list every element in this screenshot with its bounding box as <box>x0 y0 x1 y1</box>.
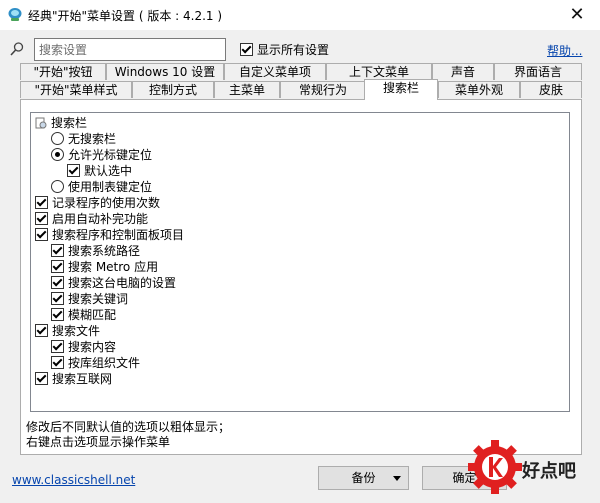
tree-label: 搜索互联网 <box>52 372 113 386</box>
radio-icon <box>51 180 64 193</box>
tree-label: 无搜索栏 <box>68 132 117 146</box>
radio-icon <box>51 132 64 145</box>
tab-search-box[interactable]: 搜索栏 <box>364 79 438 100</box>
tab-panel: 搜索栏 无搜索栏 允许光标键定位 默认选中 使用制表键定位 记录程序的使用次数 … <box>20 99 582 455</box>
tab-label: 常规行为 <box>298 83 347 97</box>
title-bar: 经典"开始"菜单设置 ( 版本 : 4.2.1 ) ✕ <box>0 0 600 30</box>
tree-label: 默认选中 <box>84 164 133 178</box>
close-button[interactable]: ✕ <box>554 0 600 30</box>
tree-label: 搜索关键词 <box>68 292 129 306</box>
classic-shell-icon <box>8 8 22 21</box>
tree-label: 模糊匹配 <box>68 308 117 322</box>
tab-label: 主菜单 <box>228 83 265 97</box>
backup-button[interactable]: 备份 <box>318 466 409 490</box>
tree-label: 搜索栏 <box>51 116 88 130</box>
tree-label: 搜索这台电脑的设置 <box>68 276 177 290</box>
tab-label: "开始"菜单样式 <box>34 83 118 97</box>
tab-label: Windows 10 设置 <box>114 65 216 79</box>
tree-label: 启用自动补完功能 <box>52 212 149 226</box>
tab-general-behavior[interactable]: 常规行为 <box>280 81 366 98</box>
tree-label: 按库组织文件 <box>68 356 141 370</box>
tab-start-button[interactable]: "开始"按钮 <box>20 63 106 80</box>
tab-skin[interactable]: 皮肤 <box>520 81 582 98</box>
tab-label: "开始"按钮 <box>33 65 93 79</box>
dropdown-arrow-icon <box>393 476 401 481</box>
tab-custom-menu-items[interactable]: 自定义菜单项 <box>224 63 326 80</box>
search-icon <box>10 42 24 56</box>
tab-label: 界面语言 <box>513 65 562 79</box>
checkbox-autocomplete[interactable]: 启用自动补完功能 <box>35 211 148 227</box>
tab-label: 声音 <box>450 65 475 79</box>
settings-tree[interactable]: 搜索栏 无搜索栏 允许光标键定位 默认选中 使用制表键定位 记录程序的使用次数 … <box>30 112 570 412</box>
checkbox-search-keywords[interactable]: 搜索关键词 <box>51 291 128 307</box>
right-click-hint-text: 右键点击选项显示操作菜单 <box>26 435 171 449</box>
radio-icon <box>51 148 64 161</box>
checkbox-default-selected[interactable]: 默认选中 <box>67 163 132 179</box>
radio-tab-key-navigation[interactable]: 使用制表键定位 <box>51 179 152 195</box>
tree-label: 允许光标键定位 <box>68 148 153 162</box>
show-all-check-icon <box>240 43 253 56</box>
tab-context-menu[interactable]: 上下文菜单 <box>326 63 432 80</box>
tree-label: 记录程序的使用次数 <box>52 196 161 210</box>
backup-label: 备份 <box>351 471 376 485</box>
settings-group-icon <box>35 117 47 129</box>
close-icon: ✕ <box>569 4 585 25</box>
tab-label: 皮肤 <box>538 83 563 97</box>
tab-windows10-settings[interactable]: Windows 10 设置 <box>106 63 224 80</box>
checkbox-icon <box>35 196 48 209</box>
tab-label: 控制方式 <box>148 83 197 97</box>
checkbox-search-internet[interactable]: 搜索互联网 <box>35 371 112 387</box>
checkbox-group-by-library[interactable]: 按库组织文件 <box>51 355 140 371</box>
tree-group-search-box[interactable]: 搜索栏 <box>35 115 87 131</box>
tab-start-menu-style[interactable]: "开始"菜单样式 <box>20 81 132 98</box>
radio-no-search-box[interactable]: 无搜索栏 <box>51 131 116 147</box>
radio-arrow-key-navigation[interactable]: 允许光标键定位 <box>51 147 152 163</box>
checkbox-search-system-path[interactable]: 搜索系统路径 <box>51 243 140 259</box>
tree-label: 搜索文件 <box>52 324 101 338</box>
checkbox-icon <box>67 164 80 177</box>
gear-logo-icon <box>468 440 522 494</box>
checkbox-icon <box>35 324 48 337</box>
checkbox-search-contents[interactable]: 搜索内容 <box>51 339 116 355</box>
search-input[interactable] <box>34 38 226 61</box>
checkbox-icon <box>51 340 64 353</box>
show-all-settings-checkbox[interactable]: 显示所有设置 <box>240 41 329 58</box>
tab-label: 上下文菜单 <box>348 65 409 79</box>
tab-main-menu[interactable]: 主菜单 <box>214 81 280 98</box>
help-link[interactable]: 帮助... <box>547 42 582 59</box>
checkbox-icon <box>51 308 64 321</box>
checkbox-icon <box>51 260 64 273</box>
checkbox-search-pc-settings[interactable]: 搜索这台电脑的设置 <box>51 275 176 291</box>
show-all-label: 显示所有设置 <box>257 43 330 57</box>
tree-label: 搜索 Metro 应用 <box>68 260 159 274</box>
tab-label: 自定义菜单项 <box>238 65 311 79</box>
checkbox-search-metro-apps[interactable]: 搜索 Metro 应用 <box>51 259 158 275</box>
checkbox-icon <box>35 228 48 241</box>
watermark: 好点吧 <box>462 437 600 503</box>
tree-label: 搜索程序和控制面板项目 <box>52 228 185 242</box>
watermark-text: 好点吧 <box>522 461 576 482</box>
tree-label: 搜索系统路径 <box>68 244 141 258</box>
checkbox-search-programs[interactable]: 搜索程序和控制面板项目 <box>35 227 184 243</box>
tab-language[interactable]: 界面语言 <box>494 63 582 80</box>
tab-sounds[interactable]: 声音 <box>432 63 494 80</box>
tab-label: 搜索栏 <box>382 81 419 95</box>
tree-label: 搜索内容 <box>68 340 117 354</box>
checkbox-icon <box>51 244 64 257</box>
checkbox-icon <box>35 212 48 225</box>
checkbox-fuzzy-match[interactable]: 模糊匹配 <box>51 307 116 323</box>
checkbox-icon <box>51 276 64 289</box>
tab-menu-look[interactable]: 菜单外观 <box>438 81 520 98</box>
checkbox-track-usage[interactable]: 记录程序的使用次数 <box>35 195 160 211</box>
checkbox-search-files[interactable]: 搜索文件 <box>35 323 100 339</box>
tree-label: 使用制表键定位 <box>68 180 153 194</box>
checkbox-icon <box>51 292 64 305</box>
tab-label: 菜单外观 <box>454 83 503 97</box>
website-link[interactable]: www.classicshell.net <box>12 473 135 487</box>
window-title: 经典"开始"菜单设置 ( 版本 : 4.2.1 ) <box>28 9 223 23</box>
checkbox-icon <box>51 356 64 369</box>
checkbox-icon <box>35 372 48 385</box>
tab-controls[interactable]: 控制方式 <box>132 81 214 98</box>
